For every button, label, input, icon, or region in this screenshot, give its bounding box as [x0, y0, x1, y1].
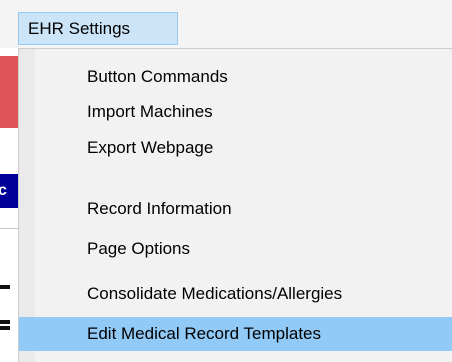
menu-item-import-machines[interactable]: Import Machines: [19, 95, 452, 129]
menu-item-edit-medical-record-templates[interactable]: Edit Medical Record Templates: [19, 317, 452, 351]
menu-item-button-commands[interactable]: Button Commands: [19, 60, 452, 94]
menu-bar: EHR Settings: [0, 0, 452, 46]
menu-item-page-options[interactable]: Page Options: [19, 232, 452, 266]
background-mark: [0, 285, 10, 289]
background-selected-row: c: [0, 174, 18, 208]
background-mark: [0, 326, 10, 330]
background-divider: [0, 228, 18, 229]
menu-item-consolidate-medications-allergies[interactable]: Consolidate Medications/Allergies: [19, 277, 452, 311]
background-window-fragment: [0, 56, 18, 128]
background-mark: [0, 320, 10, 324]
ehr-settings-menu[interactable]: EHR Settings: [18, 12, 178, 45]
menu-item-export-webpage[interactable]: Export Webpage: [19, 131, 452, 165]
menu-item-record-information[interactable]: Record Information: [19, 192, 452, 226]
ehr-settings-dropdown: Button Commands Import Machines Export W…: [18, 48, 452, 362]
